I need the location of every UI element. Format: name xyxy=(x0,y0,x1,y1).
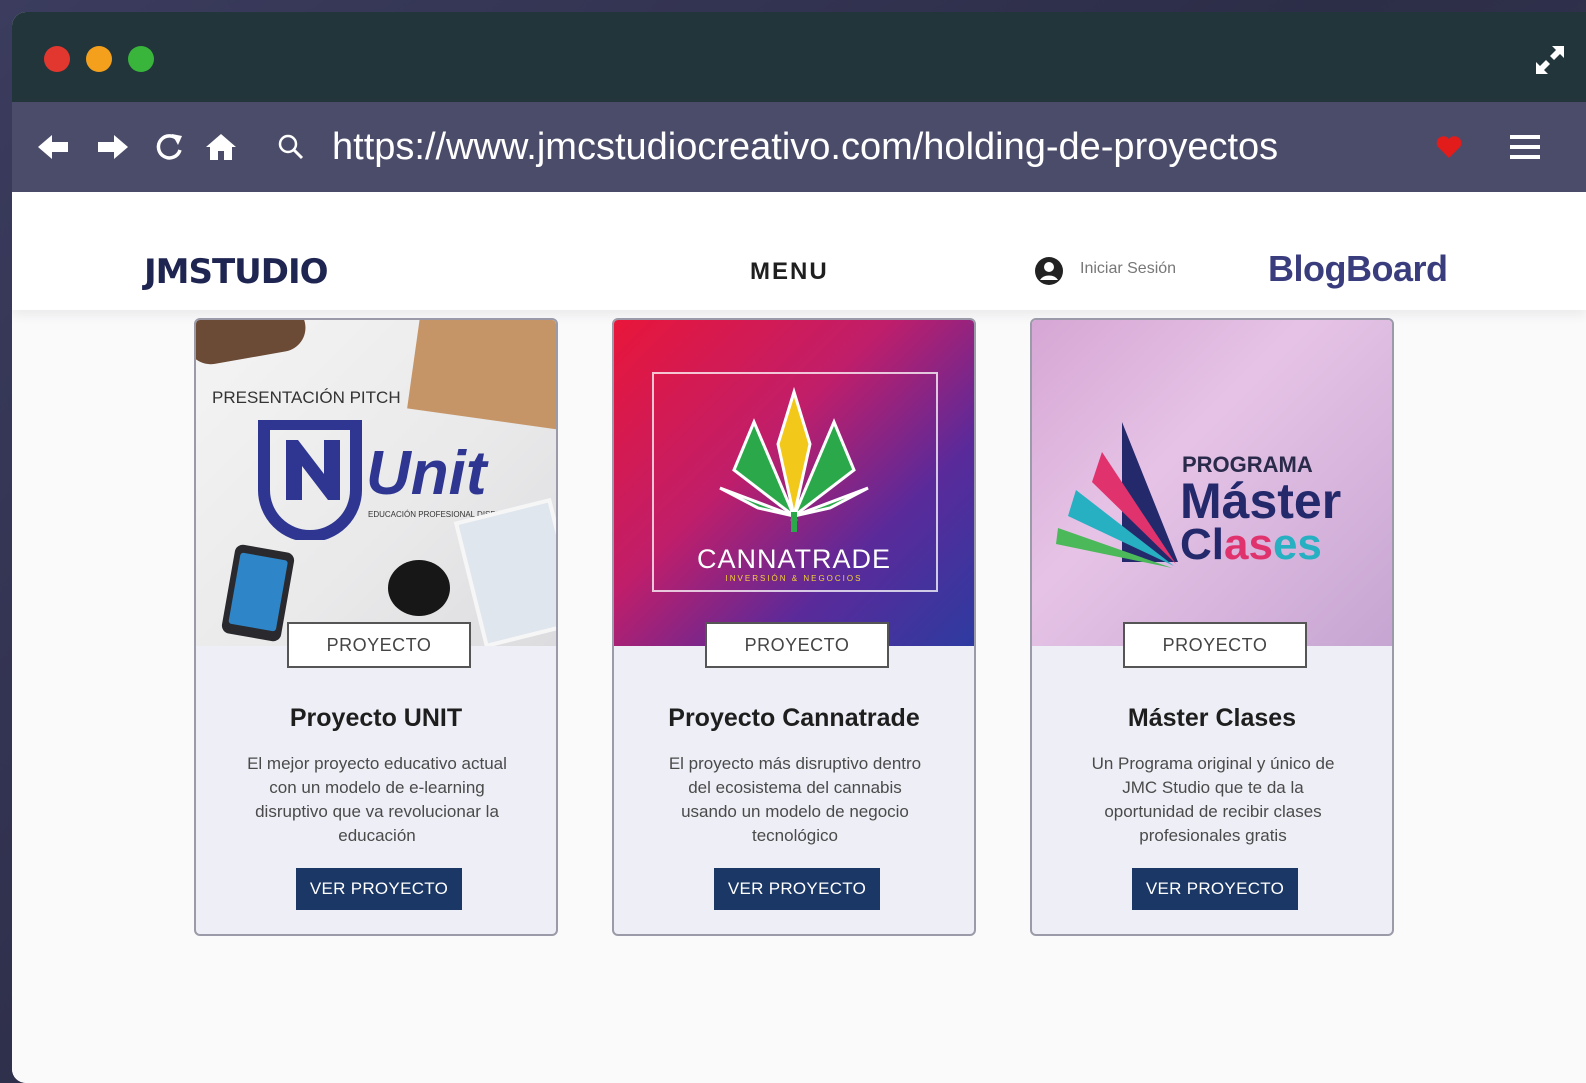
card-title: Proyecto UNIT xyxy=(289,704,463,732)
card-title: Proyecto Cannatrade xyxy=(668,704,920,732)
card-description: El proyecto más disruptivo dentro del ec… xyxy=(668,754,922,845)
project-image-master-clases: PROGRAMA Máster Clases xyxy=(1032,320,1392,646)
home-icon[interactable] xyxy=(204,130,238,164)
project-tag: PROYECTO xyxy=(287,622,471,668)
menu-link[interactable]: MENU xyxy=(750,258,829,286)
close-window-button[interactable] xyxy=(44,46,70,72)
pitch-label: PRESENTACIÓN PITCH xyxy=(212,388,401,407)
project-tag: PROYECTO xyxy=(1123,622,1307,668)
hamburger-menu-icon[interactable] xyxy=(1508,130,1542,164)
site-header: JMSTUDIO MENU Iniciar Sesión BlogBoard xyxy=(12,192,1586,310)
user-icon[interactable] xyxy=(1034,256,1064,286)
hand-image xyxy=(196,320,310,369)
mug-image xyxy=(388,560,450,616)
login-link[interactable]: Iniciar Sesión xyxy=(1080,260,1176,278)
heart-icon[interactable] xyxy=(1432,130,1466,164)
project-card-unit: PRESENTACIÓN PITCH Unit EDUCACIÓN PROFES… xyxy=(194,318,558,936)
title-bar xyxy=(12,12,1586,102)
book-logo-icon xyxy=(1056,422,1178,568)
project-tag: PROYECTO xyxy=(705,622,889,668)
cannabis-leaf-icon xyxy=(719,386,869,532)
master-line3c: es xyxy=(1272,520,1322,569)
address-bar[interactable]: https://www.jmcstudiocreativo.com/holdin… xyxy=(332,126,1278,168)
browser-toolbar: https://www.jmcstudiocreativo.com/holdin… xyxy=(12,102,1586,192)
browser-window: https://www.jmcstudiocreativo.com/holdin… xyxy=(12,12,1586,1083)
web-page: JMSTUDIO MENU Iniciar Sesión BlogBoard P… xyxy=(12,192,1586,1083)
master-line3b: as xyxy=(1224,520,1273,569)
project-image-cannatrade: CANNATRADE INVERSIÓN & NEGOCIOS xyxy=(614,320,974,646)
forward-arrow-icon[interactable] xyxy=(96,130,130,164)
blogboard-link[interactable]: BlogBoard xyxy=(1268,248,1448,290)
back-arrow-icon[interactable] xyxy=(36,130,70,164)
master-line3: Clases xyxy=(1180,520,1322,570)
master-line3a: Cl xyxy=(1180,520,1224,569)
project-card-master-clases: PROGRAMA Máster Clases PROYECTO Máster C… xyxy=(1030,318,1394,936)
phone-image xyxy=(220,543,296,643)
ver-proyecto-button[interactable]: VER PROYECTO xyxy=(296,868,462,910)
card-description: Un Programa original y único de JMC Stud… xyxy=(1091,754,1335,845)
card-description: El mejor proyecto educativo actual con u… xyxy=(247,754,507,845)
unit-brand: Unit xyxy=(366,439,487,508)
box-image xyxy=(407,320,556,431)
search-icon[interactable] xyxy=(274,130,308,164)
card-title: Máster Clases xyxy=(1127,704,1297,732)
project-card-cannatrade: CANNATRADE INVERSIÓN & NEGOCIOS PROYECTO… xyxy=(612,318,976,936)
ver-proyecto-button[interactable]: VER PROYECTO xyxy=(1132,868,1298,910)
ver-proyecto-button[interactable]: VER PROYECTO xyxy=(714,868,880,910)
cannatrade-brand: CANNATRADE xyxy=(696,544,892,574)
cannatrade-brand-sub: INVERSIÓN & NEGOCIOS xyxy=(725,574,863,583)
site-logo[interactable]: JMSTUDIO xyxy=(144,252,329,292)
project-image-unit: PRESENTACIÓN PITCH Unit EDUCACIÓN PROFES… xyxy=(196,320,556,646)
expand-icon[interactable] xyxy=(1532,42,1568,78)
reload-icon[interactable] xyxy=(152,130,186,164)
minimize-window-button[interactable] xyxy=(86,46,112,72)
unit-logo-icon xyxy=(258,420,362,540)
zoom-window-button[interactable] xyxy=(128,46,154,72)
